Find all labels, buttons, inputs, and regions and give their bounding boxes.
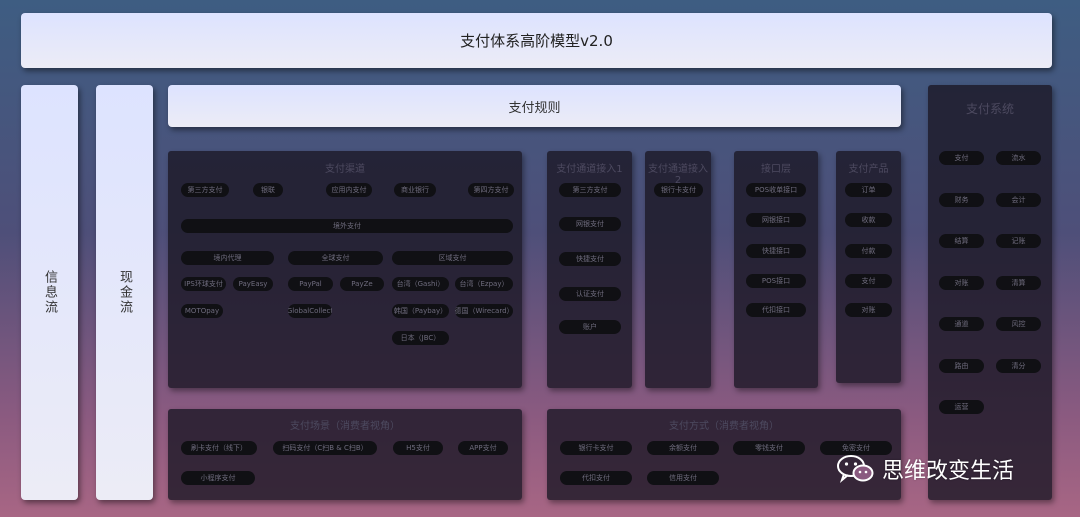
scene-chip: H5支付 xyxy=(393,441,443,455)
access1-chip: 第三方支付 xyxy=(559,183,621,197)
channel-chip: IPS环球支付 xyxy=(181,277,226,291)
channel-chip: 德国（Wirecard） xyxy=(455,304,513,318)
wechat-icon xyxy=(837,455,874,484)
product-chip: 付款 xyxy=(845,244,892,258)
system-panel: 支付系统 支付 流水 财务 会计 结算 记账 对账 清算 通道 风控 路由 清分… xyxy=(928,85,1052,500)
product-chip: 订单 xyxy=(845,183,892,197)
channel-chip: 第三方支付 xyxy=(181,183,229,197)
channel-chip: 韩国（Paybay） xyxy=(392,304,449,318)
system-chip: 对账 xyxy=(939,276,984,290)
access1-chip: 认证支付 xyxy=(559,287,621,301)
access1-title: 支付通道接入1 xyxy=(556,164,623,175)
channel-chip: 商业银行 xyxy=(394,183,436,197)
watermark-text: 思维改变生活 xyxy=(882,459,1015,484)
system-chip: 路由 xyxy=(939,359,984,373)
interface-chip: 快捷接口 xyxy=(746,244,806,258)
products-panel: 支付产品 订单 收款 付款 支付 对账 xyxy=(836,151,901,383)
interfaces-title: 接口层 xyxy=(761,164,791,175)
method-chip: 银行卡支付 xyxy=(560,441,632,455)
scene-chip: APP支付 xyxy=(458,441,508,455)
channel-chip: 银联 xyxy=(253,183,283,197)
channel-chip: 应用内支付 xyxy=(326,183,372,197)
scene-chip: 刷卡支付（线下） xyxy=(181,441,257,455)
interface-chip: 网银接口 xyxy=(746,213,806,227)
overseas-chip: 境外支付 xyxy=(181,219,513,233)
channels-panel-title: 支付渠道 xyxy=(325,164,365,175)
interface-chip: 代扣接口 xyxy=(746,303,806,317)
access2-panel: 支付通道接入2 银行卡支付 xyxy=(645,151,711,388)
products-title: 支付产品 xyxy=(848,164,889,175)
interface-chip: POS收单接口 xyxy=(746,183,806,197)
channel-chip: 第四方支付 xyxy=(468,183,514,197)
system-chip: 清分 xyxy=(996,359,1041,373)
system-chip: 清算 xyxy=(996,276,1041,290)
channels-panel: 支付渠道 第三方支付 银联 应用内支付 商业银行 第四方支付 境外支付 境内代理… xyxy=(168,151,522,388)
info-flow-column: 信息流 xyxy=(21,85,78,500)
access1-chip: 网银支付 xyxy=(559,217,621,231)
system-chip: 财务 xyxy=(939,193,984,207)
system-chip: 风控 xyxy=(996,317,1041,331)
diagram-title: 支付体系高阶模型v2.0 xyxy=(21,13,1052,68)
methods-title: 支付方式（消费者视角） xyxy=(669,421,779,432)
group-chip: 全球支付 xyxy=(288,251,383,265)
system-chip: 运营 xyxy=(939,400,984,414)
channel-chip: PayPal xyxy=(288,277,333,291)
method-chip: 信用支付 xyxy=(647,471,719,485)
channel-chip: PayEasy xyxy=(233,277,273,291)
scene-chip: 扫码支付（C扫B & C扫B） xyxy=(273,441,377,455)
interfaces-panel: 接口层 POS收单接口 网银接口 快捷接口 POS接口 代扣接口 xyxy=(734,151,818,388)
access1-chip: 账户 xyxy=(559,320,621,334)
scenes-panel: 支付场景（消费者视角） 刷卡支付（线下） 扫码支付（C扫B & C扫B） H5支… xyxy=(168,409,522,500)
group-chip: 区域支付 xyxy=(392,251,513,265)
channel-chip: GlobalCollect xyxy=(288,304,332,318)
system-chip: 结算 xyxy=(939,234,984,248)
method-chip: 代扣支付 xyxy=(560,471,632,485)
channel-chip: 日本（JBC） xyxy=(392,331,449,345)
channel-chip: MOTOpay xyxy=(181,304,223,318)
scene-chip: 小程序支付 xyxy=(181,471,255,485)
system-title: 支付系统 xyxy=(965,102,1014,116)
wechat-watermark: 思维改变生活 xyxy=(836,452,1014,486)
access1-panel: 支付通道接入1 第三方支付 网银支付 快捷支付 认证支付 账户 xyxy=(547,151,632,388)
product-chip: 支付 xyxy=(845,274,892,288)
system-chip: 通道 xyxy=(939,317,984,331)
product-chip: 收款 xyxy=(845,213,892,227)
channel-chip: 台湾（Gashi） xyxy=(392,277,449,291)
scenes-title: 支付场景（消费者视角） xyxy=(290,421,400,432)
access2-chip: 银行卡支付 xyxy=(654,183,703,197)
system-chip: 支付 xyxy=(939,151,984,165)
payment-rules-bar: 支付规则 xyxy=(168,85,901,127)
cash-flow-column: 现金流 xyxy=(96,85,153,500)
system-chip: 记账 xyxy=(996,234,1041,248)
interface-chip: POS接口 xyxy=(746,274,806,288)
system-chip: 流水 xyxy=(996,151,1041,165)
method-chip: 余额支付 xyxy=(647,441,719,455)
channel-chip: PayZe xyxy=(340,277,384,291)
product-chip: 对账 xyxy=(845,303,892,317)
system-chip: 会计 xyxy=(996,193,1041,207)
channel-chip: 台湾（Ezpay） xyxy=(455,277,513,291)
access1-chip: 快捷支付 xyxy=(559,252,621,266)
method-chip: 零钱支付 xyxy=(733,441,805,455)
group-chip: 境内代理 xyxy=(181,251,274,265)
